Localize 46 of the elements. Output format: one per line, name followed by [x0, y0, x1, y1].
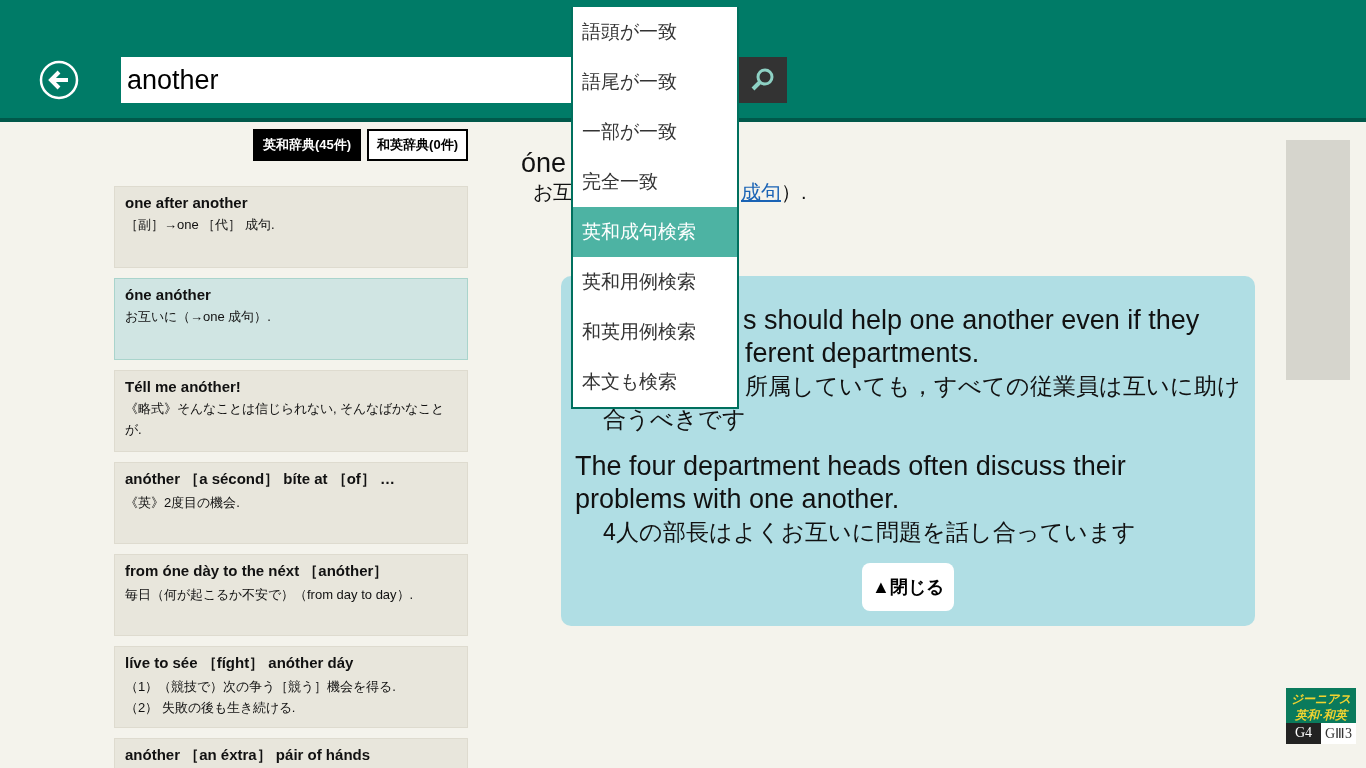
- result-title: anóther ［a sécond］ bíte at ［of］ …: [125, 470, 397, 489]
- dictionary-tab[interactable]: 和英辞典(0件): [367, 129, 468, 161]
- dictionary-tab[interactable]: 英和辞典(45件): [253, 129, 362, 161]
- result-card[interactable]: anóther ［an éxtra］ páir of hánds: [114, 738, 468, 768]
- menu-item[interactable]: 英和用例検索: [573, 257, 737, 307]
- edition-label: GⅢ3: [1321, 723, 1356, 744]
- result-card[interactable]: one after another ［副］→one ［代］ 成句.: [114, 186, 468, 268]
- cross-reference-link[interactable]: 成句: [741, 179, 781, 206]
- back-icon[interactable]: [39, 60, 79, 100]
- result-title: one after another: [125, 194, 249, 211]
- example-sentence: ferent departments.: [745, 337, 980, 370]
- result-title: óne anóther: [125, 286, 212, 303]
- result-title: Téll me anóther!: [125, 378, 242, 395]
- example-translation: 所属していても，すべての従業員は互いに助け: [745, 372, 1241, 401]
- result-definition: お互いに（→one 成句）.: [125, 308, 272, 326]
- edition-label: G4: [1286, 723, 1321, 744]
- example-sentence: s should help one another even if they: [743, 304, 1200, 337]
- result-definition: ［副］→one ［代］ 成句.: [125, 216, 276, 234]
- menu-item[interactable]: 完全一致: [573, 157, 737, 207]
- definition-text: ）.: [781, 180, 807, 205]
- headword: óne: [521, 148, 568, 179]
- result-title: líve to sée ［fíght］ anóther dáy: [125, 654, 355, 673]
- result-definition: 毎日（何が起こるか不安で）（from day to day）.: [125, 586, 415, 604]
- result-title: from óne dày to the néxt ［anóther］: [125, 562, 390, 581]
- menu-item[interactable]: 一部が一致: [573, 107, 737, 157]
- result-definition: 《略式》そんなことは信じられない, そんなばかなことが.: [125, 400, 446, 439]
- result-card[interactable]: anóther ［a sécond］ bíte at ［of］ … 《英》2度目の機会.: [114, 462, 468, 544]
- result-definition: 《英》2度目の機会.: [125, 494, 241, 512]
- scrollbar-thumb[interactable]: [1286, 140, 1350, 380]
- menu-item[interactable]: 和英用例検索: [573, 307, 737, 357]
- example-translation: 4人の部長はよくお互いに問題を話し合っています: [602, 518, 1136, 547]
- result-definition: （1）（競技で）次の争う［競う］機会を得る. （2） 失敗の後も生き続ける.: [125, 678, 397, 717]
- close-button[interactable]: ▲閉じる: [862, 563, 954, 611]
- result-title: anóther ［an éxtra］ páir of hánds: [125, 746, 372, 765]
- menu-item[interactable]: 本文も検索: [573, 357, 737, 407]
- result-card[interactable]: Téll me anóther! 《略式》そんなことは信じられない, そんなばかなことが.: [114, 370, 468, 452]
- result-card[interactable]: óne anóther お互いに（→one 成句）.: [114, 278, 468, 360]
- search-button[interactable]: [739, 57, 787, 103]
- result-card[interactable]: from óne dày to the néxt ［anóther］ 毎日（何が起こるか不安で）（from day to day）.: [114, 554, 468, 636]
- app-logo: ジーニアス 英和·和英: [1286, 688, 1356, 723]
- definition-text: お互: [533, 180, 573, 205]
- menu-item[interactable]: 語頭が一致: [573, 7, 737, 57]
- example-sentence: The four department heads often discuss their problems with one another.: [575, 450, 1127, 516]
- search-icon: [750, 67, 776, 93]
- example-translation: 合うべきです: [602, 405, 746, 434]
- result-card[interactable]: líve to sée ［fíght］ anóther dáy （1）（競技で）次の争う［競う］機会を得る. （2） 失敗の後も生き続ける.: [114, 646, 468, 728]
